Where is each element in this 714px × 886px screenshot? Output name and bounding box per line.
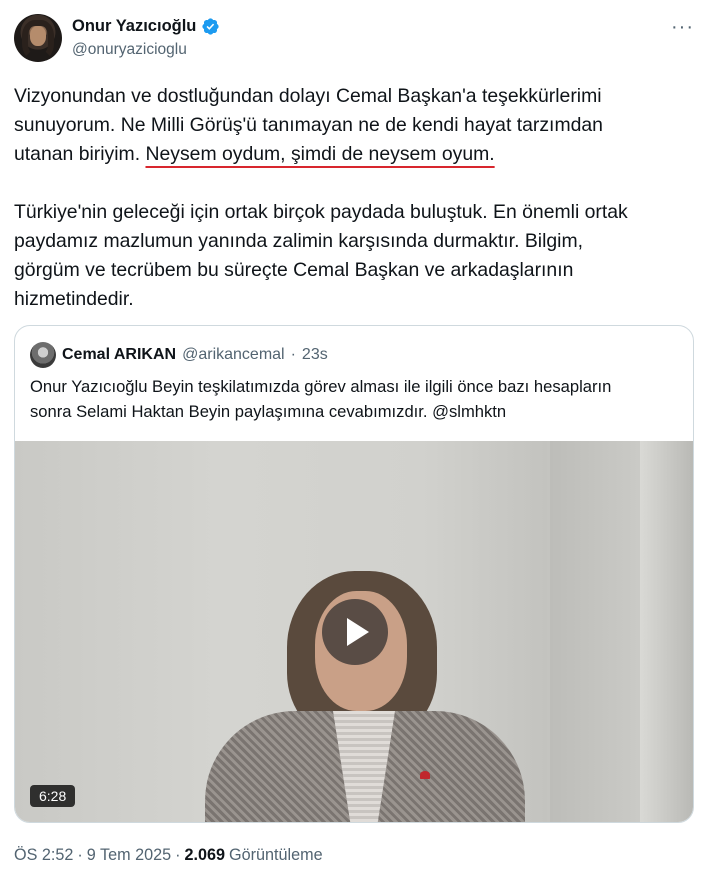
underlined-quote: Neysem oydum, şimdi de neysem oyum.	[145, 143, 495, 165]
author-name-row: Onur Yazıcıoğlu	[72, 17, 220, 36]
quoted-timestamp[interactable]: 23s	[302, 346, 328, 364]
meta-separator: ·	[290, 346, 296, 363]
quoted-tweet[interactable]: Cemal ARIKAN @arikancemal · 23s Onur Yaz…	[14, 325, 694, 823]
tweet-text-line: Vizyonundan ve dostluğundan dolayı Cemal…	[14, 85, 602, 107]
tweet-text-segment: utanan biriyim.	[14, 143, 146, 165]
quoted-author-handle[interactable]: @arikancemal	[182, 346, 285, 364]
tweet-text: Vizyonundan ve dostluğundan dolayı Cemal…	[14, 82, 694, 314]
tweet-text-line: görgüm ve tecrübem bu süreçte Cemal Başk…	[14, 259, 574, 281]
tweet-text-line: utanan biriyim. Neysem oydum, şimdi de n…	[14, 140, 694, 169]
tweet-time[interactable]: ÖS 2:52	[14, 846, 73, 865]
video-background-door	[550, 441, 640, 822]
author-display-name[interactable]: Onur Yazıcıoğlu	[72, 17, 196, 36]
play-button[interactable]	[322, 599, 388, 665]
tweet-footer: ÖS 2:52 · 9 Tem 2025 · 2.069 Görüntüleme	[14, 846, 323, 865]
views-count[interactable]: 2.069	[184, 846, 225, 865]
play-icon	[347, 618, 369, 646]
views-label: Görüntüleme	[229, 846, 323, 864]
author-avatar[interactable]	[14, 14, 62, 62]
quoted-text-line: sonra Selami Haktan Beyin paylaşımına ce…	[30, 402, 507, 421]
tweet-text-line: paydamız mazlumun yanında zalimin karşıs…	[14, 230, 584, 252]
quoted-tweet-header: Cemal ARIKAN @arikancemal · 23s	[30, 342, 328, 368]
tweet-text-line: sunuyorum. Ne Milli Görüş'ü tanımayan ne…	[14, 114, 603, 136]
tweet-text-line: Türkiye'nin geleceği için ortak birçok p…	[14, 201, 628, 223]
verified-badge-icon[interactable]	[201, 17, 220, 36]
author-handle[interactable]: @onuryazicioglu	[72, 41, 187, 59]
tweet: Onur Yazıcıoğlu @onuryazicioglu ··· Vizy…	[0, 0, 714, 886]
avatar-face	[30, 26, 46, 46]
tweet-date[interactable]: 9 Tem 2025	[87, 846, 171, 865]
footer-separator: ·	[175, 846, 181, 864]
more-options-icon[interactable]: ···	[671, 16, 694, 39]
tweet-header: Onur Yazıcıoğlu @onuryazicioglu ···	[14, 14, 700, 64]
quoted-text-line: Onur Yazıcıoğlu Beyin teşkilatımızda gör…	[30, 377, 612, 396]
video-player[interactable]: 6:28	[15, 441, 693, 822]
tweet-text-line: hizmetindedir.	[14, 288, 134, 310]
footer-separator: ·	[77, 846, 83, 864]
video-duration-badge: 6:28	[30, 785, 76, 807]
quoted-author-name[interactable]: Cemal ARIKAN	[62, 346, 176, 364]
quoted-author-avatar[interactable]	[30, 342, 56, 368]
quoted-tweet-text: Onur Yazıcıoğlu Beyin teşkilatımızda gör…	[30, 374, 680, 424]
video-lapel-pin	[420, 771, 430, 779]
